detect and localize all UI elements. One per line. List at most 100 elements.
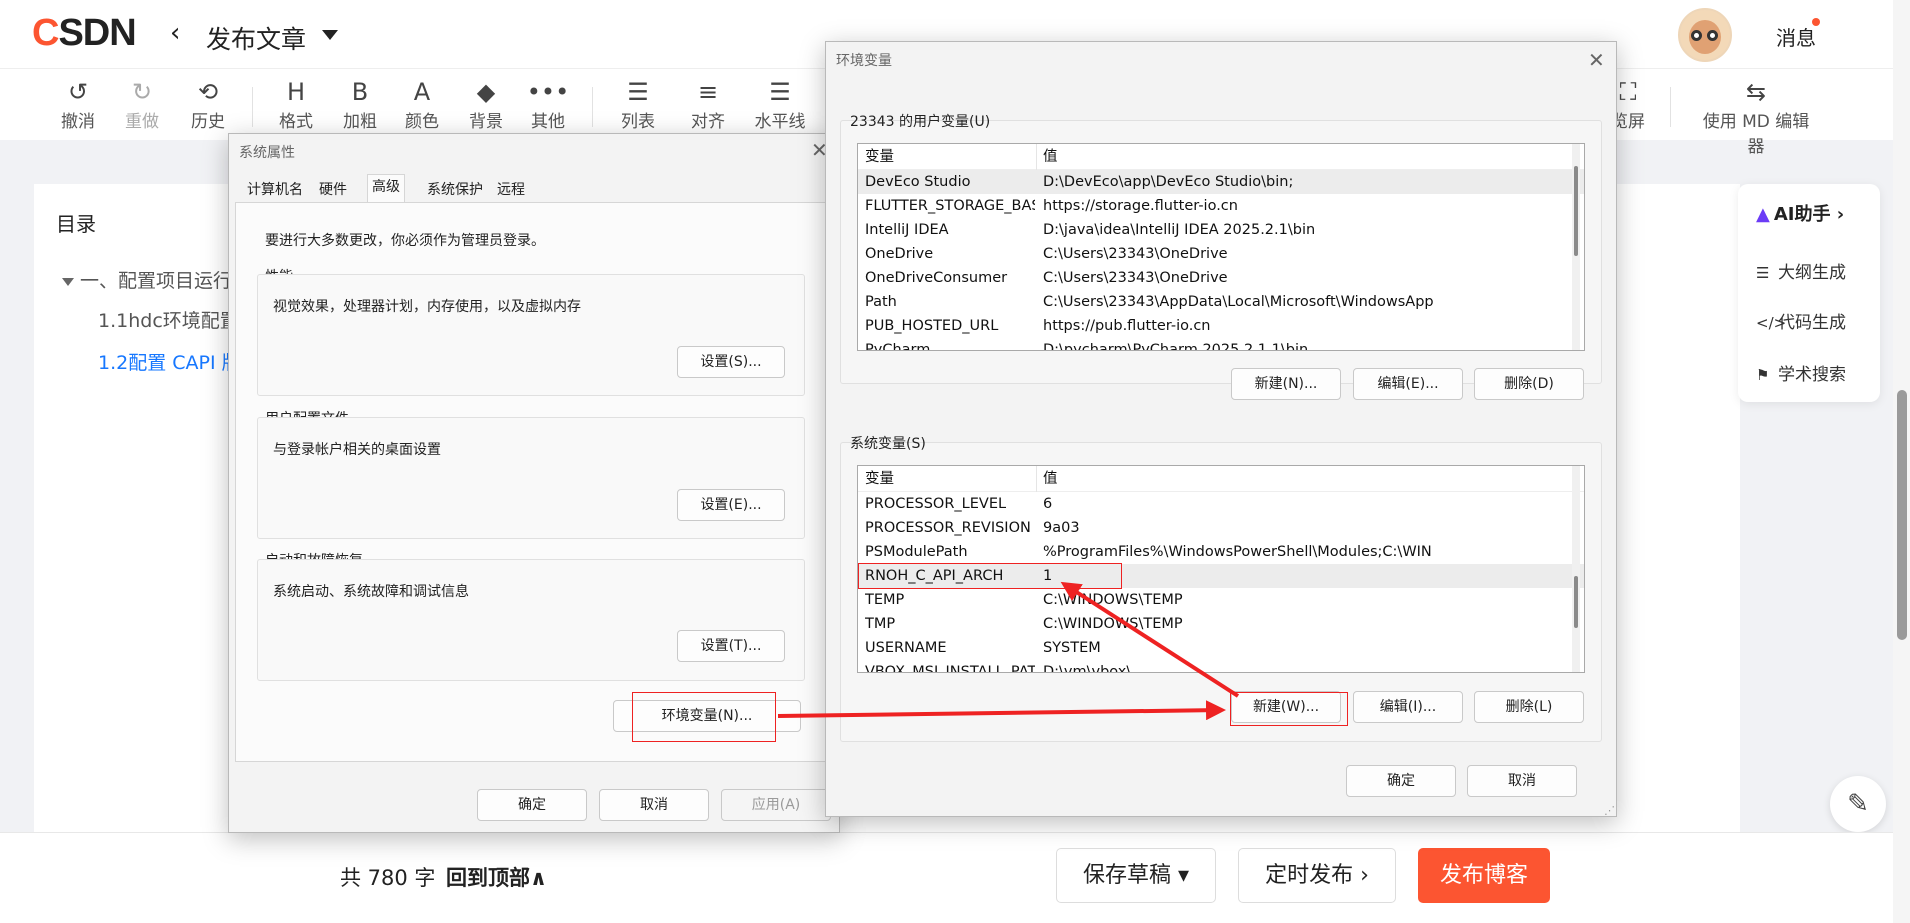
undo-button[interactable]: ↺ 撤消 <box>48 77 108 132</box>
notification-dot <box>1812 18 1820 26</box>
ai-code-button[interactable]: </>代码生成 <box>1756 308 1846 333</box>
page-scrollbar-thumb[interactable] <box>1897 390 1907 640</box>
user-vars-title: 23343 的用户变量(U) <box>850 114 991 130</box>
page-title: 发布文章 <box>206 25 307 54</box>
perf-settings-button[interactable]: 设置(S)... <box>677 346 785 378</box>
resize-grip-icon[interactable]: ⋰ <box>1604 804 1615 817</box>
table-row[interactable]: TMP C:\WINDOWS\TEMP <box>858 612 1584 636</box>
undo-icon: ↺ <box>67 78 89 106</box>
avatar[interactable] <box>1678 8 1732 62</box>
redo-button[interactable]: ↻ 重做 <box>112 77 172 132</box>
list-scrollbar[interactable] <box>1572 466 1580 672</box>
user-new-button[interactable]: 新建(N)... <box>1231 368 1341 400</box>
profile-desc: 与登录帐户相关的桌面设置 <box>273 442 441 458</box>
system-vars-list[interactable]: 变量值 PROCESSOR_LEVEL 6 PROCESSOR_REVISION 9… <box>857 465 1585 673</box>
table-row[interactable]: PROCESSOR_REVISION 9a03 <box>858 516 1584 540</box>
scheduled-publish-button[interactable]: 定时发布 › <box>1238 848 1396 903</box>
ok-button[interactable]: 确定 <box>477 789 587 821</box>
table-row-selected[interactable]: RNOH_C_API_ARCH 1 <box>858 564 1584 588</box>
tab-computer-name[interactable]: 计算机名 <box>243 178 307 202</box>
color-button[interactable]: A 颜色 <box>392 77 452 132</box>
list-scrollbar-thumb[interactable] <box>1574 576 1578 628</box>
system-delete-button[interactable]: 删除(L) <box>1474 691 1584 723</box>
cancel-button[interactable]: 取消 <box>599 789 709 821</box>
align-icon: ≡ <box>697 78 719 106</box>
startup-desc: 系统启动、系统故障和调试信息 <box>273 584 469 600</box>
admin-note: 要进行大多数更改，你必须作为管理员登录。 <box>265 233 545 249</box>
tab-advanced[interactable]: 高级 <box>367 174 405 202</box>
user-delete-button[interactable]: 删除(D) <box>1474 368 1584 400</box>
back-to-top-link[interactable]: 回到顶部∧ <box>446 862 547 892</box>
startup-group <box>257 559 805 681</box>
table-row[interactable]: Path C:\Users\23343\AppData\Local\Microso… <box>858 290 1584 314</box>
history-button[interactable]: ⟲ 历史 <box>178 77 238 132</box>
publish-button[interactable]: 发布博客 <box>1418 848 1550 903</box>
tab-remote[interactable]: 远程 <box>493 178 529 202</box>
hr-button[interactable]: ☰ 水平线 <box>750 77 810 132</box>
academic-cap-icon: ⚑ <box>1756 366 1770 384</box>
ok-button[interactable]: 确定 <box>1346 765 1456 797</box>
system-properties-dialog: 系统属性 ✕ 计算机名 硬件 高级 系统保护 远程 要进行大多数更改，你必须作为… <box>228 133 840 833</box>
bold-button[interactable]: B 加粗 <box>330 77 390 132</box>
list-button[interactable]: ☰ 列表 <box>608 77 668 132</box>
background-button[interactable]: ◆ 背景 <box>456 77 516 132</box>
table-row[interactable]: FLUTTER_STORAGE_BASE_...https://storage.… <box>858 194 1584 218</box>
edit-note-icon[interactable]: ✎ <box>1830 776 1886 832</box>
other-button[interactable]: ••• 其他 <box>518 77 578 132</box>
system-vars-title: 系统变量(S) <box>850 436 926 452</box>
bottom-bar <box>0 832 1910 923</box>
word-count: 共 780 字 <box>340 866 436 890</box>
startup-settings-button[interactable]: 设置(T)... <box>677 630 785 662</box>
apply-button[interactable]: 应用(A) <box>721 789 831 821</box>
user-vars-list[interactable]: 变量值 DevEco Studio D:\DevEco\app\DevEco St… <box>857 143 1585 351</box>
list-icon: ☰ <box>627 78 649 106</box>
table-row[interactable]: USERNAME SYSTEM <box>858 636 1584 660</box>
table-row[interactable]: VBOX_MSI_INSTALL_PATH D:\vm\vbox\ <box>858 660 1584 672</box>
toc-item[interactable]: 1.1hdc环境配置 <box>98 306 239 333</box>
user-edit-button[interactable]: 编辑(E)... <box>1353 368 1463 400</box>
table-row[interactable]: PUB_HOSTED_URL https://pub.flutter-io.cn <box>858 314 1584 338</box>
profile-settings-button[interactable]: 设置(E)... <box>677 489 785 521</box>
collapse-triangle-icon[interactable] <box>62 277 74 286</box>
tab-system-protection[interactable]: 系统保护 <box>423 178 487 202</box>
chevron-left-icon[interactable]: ‹ <box>170 18 180 48</box>
table-row[interactable]: DevEco Studio D:\DevEco\app\DevEco Studio… <box>858 170 1584 194</box>
align-button[interactable]: ≡ 对齐 <box>678 77 738 132</box>
list-scrollbar-thumb[interactable] <box>1574 166 1578 256</box>
list-header: 变量值 <box>858 466 1584 492</box>
tab-hardware[interactable]: 硬件 <box>315 178 351 202</box>
caret-down-icon[interactable] <box>322 30 338 40</box>
md-editor-button[interactable]: ⇆ 使用 MD 编辑器 <box>1696 77 1816 157</box>
paint-bucket-icon: ◆ <box>476 78 496 106</box>
chevron-right-icon: › <box>1360 863 1369 888</box>
ai-logo-icon: ▲ <box>1756 204 1770 225</box>
more-icon: ••• <box>526 78 570 106</box>
swap-icon: ⇆ <box>1745 78 1767 106</box>
toc-item-active[interactable]: 1.2配置 CAPI 版 <box>98 348 241 375</box>
ai-assistant-panel: ▲ AI助手 › ☰ 大纲生成 </>代码生成 ⚑ 学术搜索 <box>1738 184 1880 402</box>
cancel-button[interactable]: 取消 <box>1467 765 1577 797</box>
table-row[interactable]: TEMP C:\WINDOWS\TEMP <box>858 588 1584 612</box>
format-button[interactable]: H 格式 <box>266 77 326 132</box>
ai-search-button[interactable]: ⚑ 学术搜索 <box>1756 360 1846 385</box>
outline-icon: ☰ <box>1756 264 1770 282</box>
table-row[interactable]: OneDriveConsumer C:\Users\23343\OneDrive <box>858 266 1584 290</box>
messages-link[interactable]: 消息 <box>1776 22 1816 51</box>
caret-down-icon: ▾ <box>1177 863 1190 888</box>
table-row[interactable]: PROCESSOR_LEVEL 6 <box>858 492 1584 516</box>
toc-item[interactable]: 一、配置项目运行 <box>62 266 232 293</box>
ai-outline-button[interactable]: ☰ 大纲生成 <box>1756 258 1846 283</box>
close-icon[interactable]: ✕ <box>1588 48 1605 72</box>
table-row[interactable]: PyCharm D:\pycharm\PyCharm 2025.2.1.1\bin <box>858 338 1584 350</box>
table-row[interactable]: PSModulePath %ProgramFiles%\WindowsPowerS… <box>858 540 1584 564</box>
ai-assistant-header[interactable]: ▲ AI助手 › <box>1756 200 1844 226</box>
system-edit-button[interactable]: 编辑(I)... <box>1353 691 1463 723</box>
bold-icon: B <box>351 78 369 106</box>
table-row[interactable]: IntelliJ IDEA D:\java\idea\IntelliJ IDEA … <box>858 218 1584 242</box>
csdn-logo[interactable]: CSDN <box>32 12 137 55</box>
table-row[interactable]: OneDrive C:\Users\23343\OneDrive <box>858 242 1584 266</box>
dialog-title: 环境变量 <box>836 53 892 69</box>
environment-variables-button[interactable]: 环境变量(N)... <box>613 700 801 732</box>
save-draft-button[interactable]: 保存草稿 ▾ <box>1056 848 1216 903</box>
system-new-button[interactable]: 新建(W)... <box>1231 691 1341 723</box>
